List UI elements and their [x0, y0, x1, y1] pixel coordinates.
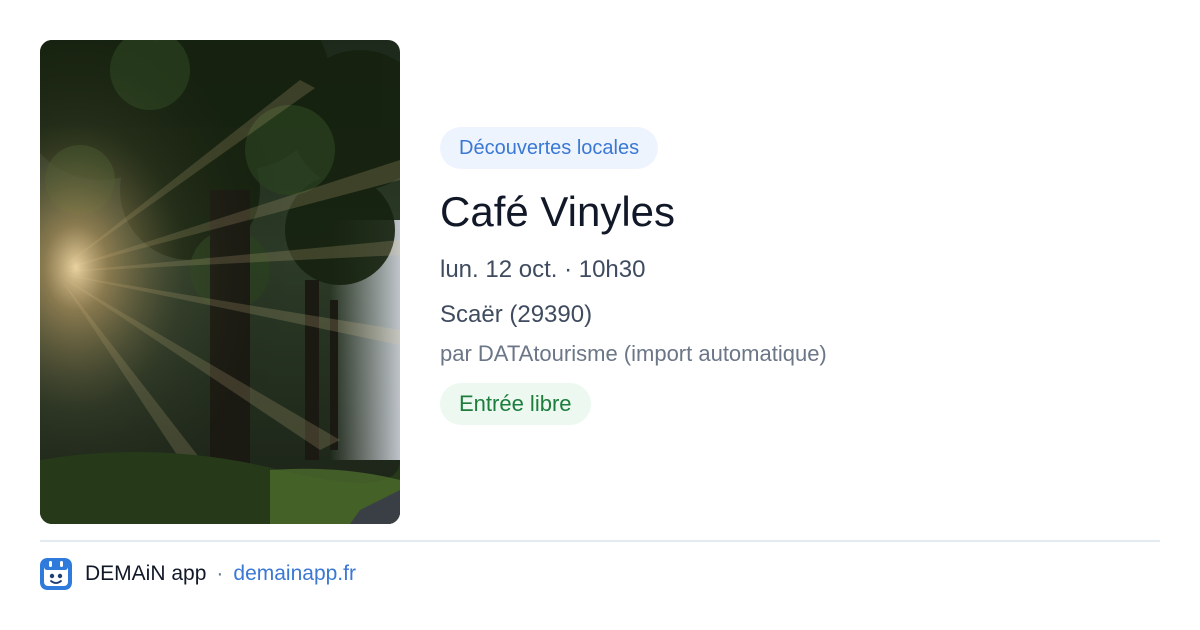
event-title: Café Vinyles [440, 188, 676, 235]
footer: DEMAiN app · demainapp.fr [40, 557, 356, 591]
event-location: Scaër (29390) [440, 301, 593, 328]
event-datetime: lun. 12 oct. · 10h30 [440, 256, 646, 283]
event-source: par DATAtourisme (import automatique) [440, 341, 827, 366]
demain-app-icon [40, 558, 72, 590]
site-link[interactable]: demainapp.fr [233, 562, 356, 586]
category-badge[interactable]: Découvertes locales [440, 127, 659, 169]
event-details: Découvertes locales Café Vinyles lun. 12… [440, 127, 1160, 425]
event-photo [40, 40, 400, 524]
price-badge: Entrée libre [440, 383, 591, 425]
footer-divider [40, 540, 1160, 542]
footer-separator: · [216, 562, 224, 585]
event-share-card: Découvertes locales Café Vinyles lun. 12… [0, 0, 1200, 630]
app-name: DEMAiN app [85, 562, 207, 585]
